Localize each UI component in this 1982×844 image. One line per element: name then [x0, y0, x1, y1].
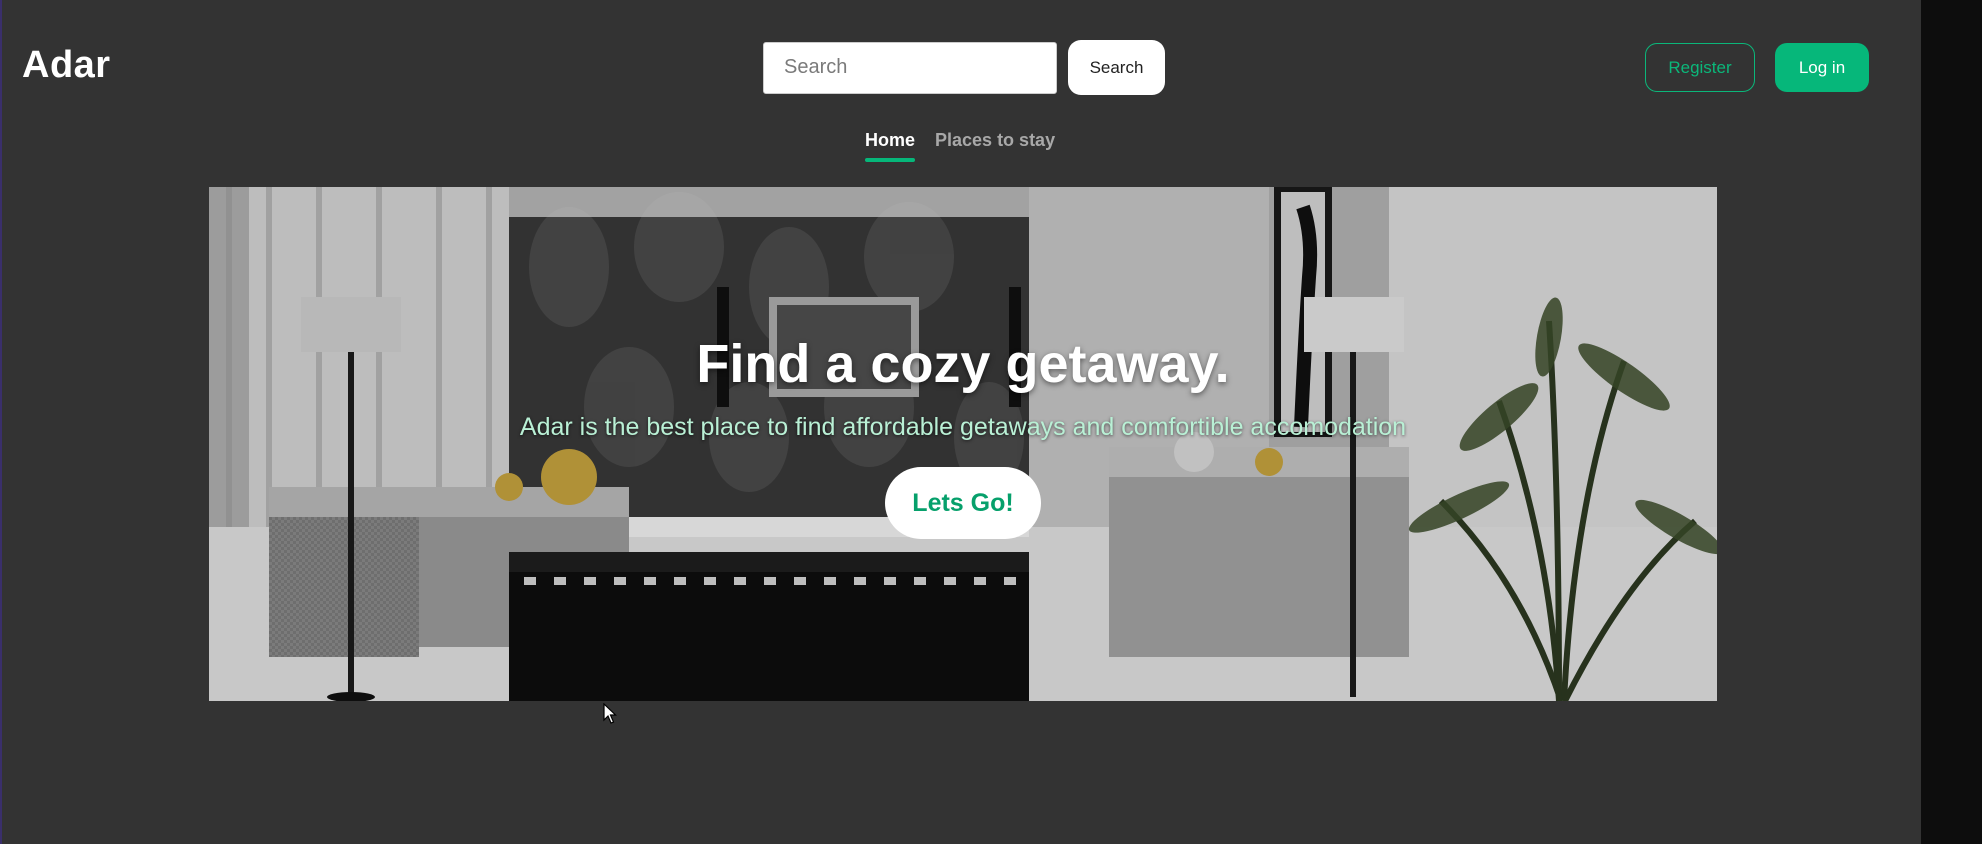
- hero-banner: Find a cozy getaway. Adar is the best pl…: [209, 187, 1717, 701]
- nav-tabs: Home Places to stay: [865, 130, 1055, 162]
- search-button[interactable]: Search: [1068, 40, 1165, 95]
- register-button[interactable]: Register: [1645, 43, 1755, 92]
- mouse-cursor-icon: [603, 703, 617, 724]
- window-edge: [1921, 0, 1982, 844]
- login-button[interactable]: Log in: [1775, 43, 1869, 92]
- hero-title: Find a cozy getaway.: [696, 334, 1230, 394]
- lets-go-button[interactable]: Lets Go!: [885, 467, 1041, 539]
- tab-places-to-stay[interactable]: Places to stay: [935, 130, 1055, 160]
- search-bar: Search: [763, 40, 1165, 95]
- search-input[interactable]: [763, 41, 1057, 94]
- app-page: Adar Search Register Log in Home Places …: [0, 0, 1921, 844]
- brand-logo[interactable]: Adar: [22, 44, 111, 87]
- hero-subtitle: Adar is the best place to find affordabl…: [519, 413, 1407, 441]
- tab-home[interactable]: Home: [865, 130, 916, 162]
- hero-content: Find a cozy getaway. Adar is the best pl…: [209, 187, 1717, 701]
